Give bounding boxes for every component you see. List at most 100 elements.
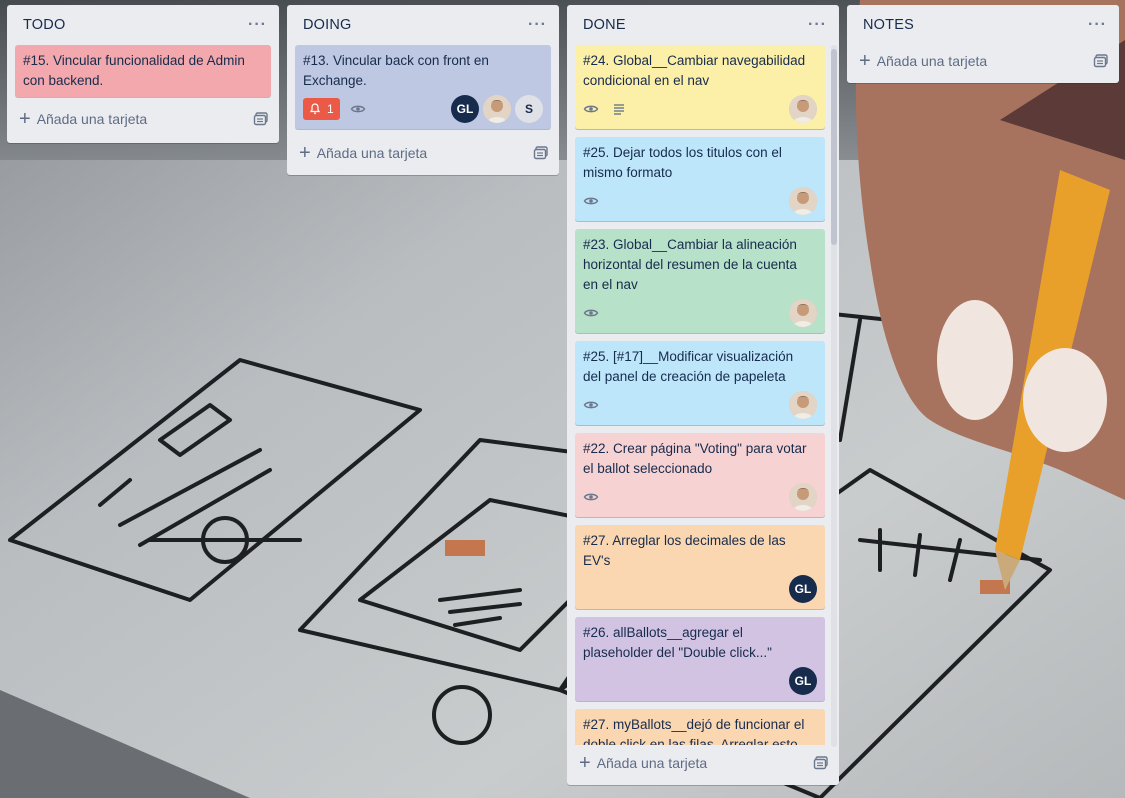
bell-icon — [309, 103, 321, 115]
card-title: #26. allBallots__agregar el plaseholder … — [583, 625, 772, 660]
card[interactable]: #27. Arreglar los decimales de las EV's … — [575, 525, 825, 609]
card-members: GL — [785, 575, 817, 603]
card[interactable]: #22. Crear página "Voting" para votar el… — [575, 433, 825, 517]
card-members — [785, 187, 817, 215]
plus-icon: + — [19, 108, 31, 130]
scrollbar[interactable] — [831, 45, 837, 747]
card[interactable]: #13. Vincular back con front en Exchange… — [295, 45, 551, 129]
card[interactable]: #15. Vincular funcionalidad de Admin con… — [15, 45, 271, 97]
avatar[interactable] — [789, 95, 817, 123]
list-menu-button[interactable]: ··· — [804, 17, 831, 33]
list-doing: DOING ··· #13. Vincular back con front e… — [287, 5, 559, 175]
card-title: #24. Global__Cambiar navegabilidad condi… — [583, 53, 806, 88]
eye-icon — [583, 197, 599, 205]
card-template-icon[interactable] — [813, 755, 829, 771]
eye-icon — [583, 493, 599, 501]
avatar[interactable]: S — [515, 95, 543, 123]
list-title[interactable]: NOTES — [863, 17, 914, 33]
card-title: #27. myBallots__dejó de funcionar el dob… — [583, 717, 805, 745]
eye-icon — [583, 401, 599, 409]
user-photo-icon — [789, 483, 817, 511]
add-card-label: Añada una tarjeta — [36, 111, 148, 127]
avatar[interactable] — [789, 187, 817, 215]
card-template-icon[interactable] — [533, 145, 549, 161]
card-list-scroll[interactable]: #24. Global__Cambiar navegabilidad condi… — [567, 45, 839, 745]
list-todo: TODO ··· #15. Vincular funcionalidad de … — [7, 5, 279, 143]
plus-icon: + — [299, 142, 311, 164]
avatar[interactable]: GL — [789, 575, 817, 603]
card-badges — [583, 391, 817, 419]
card-title: #25. [#17]__Modificar visualización del … — [583, 349, 794, 384]
card-title: #27. Arreglar los decimales de las EV's — [583, 533, 786, 568]
card-template-icon[interactable] — [253, 111, 269, 127]
list-title[interactable]: DOING — [303, 17, 352, 33]
eye-icon — [350, 105, 365, 113]
user-photo-icon — [483, 95, 511, 123]
card-badges: 1 GL S — [303, 95, 543, 123]
list-title[interactable]: DONE — [583, 17, 626, 33]
eye-icon — [583, 309, 599, 317]
card[interactable]: #23. Global__Cambiar la alineación horiz… — [575, 229, 825, 333]
list-header: DONE ··· — [567, 5, 839, 45]
list-menu-button[interactable]: ··· — [1084, 17, 1111, 33]
scrollbar-thumb[interactable] — [831, 49, 837, 245]
user-photo-icon — [789, 299, 817, 327]
card-members: GL S — [447, 95, 543, 123]
notification-badge: 1 — [303, 98, 340, 120]
card-title: #13. Vincular back con front en Exchange… — [303, 53, 489, 88]
card-members: GL — [785, 667, 817, 695]
add-card-label: Añada una tarjeta — [596, 755, 708, 771]
list-notes: NOTES ··· + Añada una tarjeta — [847, 5, 1119, 83]
eye-icon — [583, 105, 599, 113]
card[interactable]: #25. Dejar todos los titulos con el mism… — [575, 137, 825, 221]
card[interactable]: #24. Global__Cambiar navegabilidad condi… — [575, 45, 825, 129]
add-card-label: Añada una tarjeta — [876, 53, 988, 69]
add-card-button[interactable]: + Añada una tarjeta — [7, 103, 279, 135]
list-title[interactable]: TODO — [23, 17, 65, 33]
card-badges — [583, 95, 817, 123]
description-icon — [614, 104, 624, 115]
list-menu-button[interactable]: ··· — [244, 17, 271, 33]
card-list: #15. Vincular funcionalidad de Admin con… — [7, 45, 279, 97]
card-badges — [583, 299, 817, 327]
card[interactable]: #26. allBallots__agregar el plaseholder … — [575, 617, 825, 701]
notification-count: 1 — [327, 102, 334, 116]
add-card-button[interactable]: + Añada una tarjeta — [287, 137, 559, 169]
add-card-label: Añada una tarjeta — [316, 145, 428, 161]
avatar[interactable] — [789, 299, 817, 327]
user-photo-icon — [789, 187, 817, 215]
user-photo-icon — [789, 95, 817, 123]
card-title: #22. Crear página "Voting" para votar el… — [583, 441, 807, 476]
avatar[interactable]: GL — [789, 667, 817, 695]
card-members — [785, 483, 817, 511]
card-list: #24. Global__Cambiar navegabilidad condi… — [567, 45, 839, 745]
list-done: DONE ··· #24. Global__Cambiar navegabili… — [567, 5, 839, 785]
list-header: TODO ··· — [7, 5, 279, 45]
avatar[interactable] — [789, 483, 817, 511]
card[interactable]: #27. myBallots__dejó de funcionar el dob… — [575, 709, 825, 745]
card-list: #13. Vincular back con front en Exchange… — [287, 45, 559, 129]
card-title: #25. Dejar todos los titulos con el mism… — [583, 145, 782, 180]
card-members — [785, 391, 817, 419]
add-card-button[interactable]: + Añada una tarjeta — [847, 45, 1119, 77]
card[interactable]: #25. [#17]__Modificar visualización del … — [575, 341, 825, 425]
list-header: DOING ··· — [287, 5, 559, 45]
plus-icon: + — [579, 752, 591, 774]
list-header: NOTES ··· — [847, 5, 1119, 45]
card-template-icon[interactable] — [1093, 53, 1109, 69]
card-members — [785, 299, 817, 327]
user-photo-icon — [789, 391, 817, 419]
card-badges — [583, 187, 817, 215]
card-members — [785, 95, 817, 123]
avatar[interactable] — [789, 391, 817, 419]
plus-icon: + — [859, 50, 871, 72]
card-badges — [583, 483, 817, 511]
card-title: #15. Vincular funcionalidad de Admin con… — [23, 53, 245, 88]
add-card-button[interactable]: + Añada una tarjeta — [567, 747, 839, 779]
card-title: #23. Global__Cambiar la alineación horiz… — [583, 237, 797, 292]
list-menu-button[interactable]: ··· — [524, 17, 551, 33]
card-badges: GL — [583, 575, 817, 603]
avatar[interactable] — [483, 95, 511, 123]
card-badges: GL — [583, 667, 817, 695]
avatar[interactable]: GL — [451, 95, 479, 123]
